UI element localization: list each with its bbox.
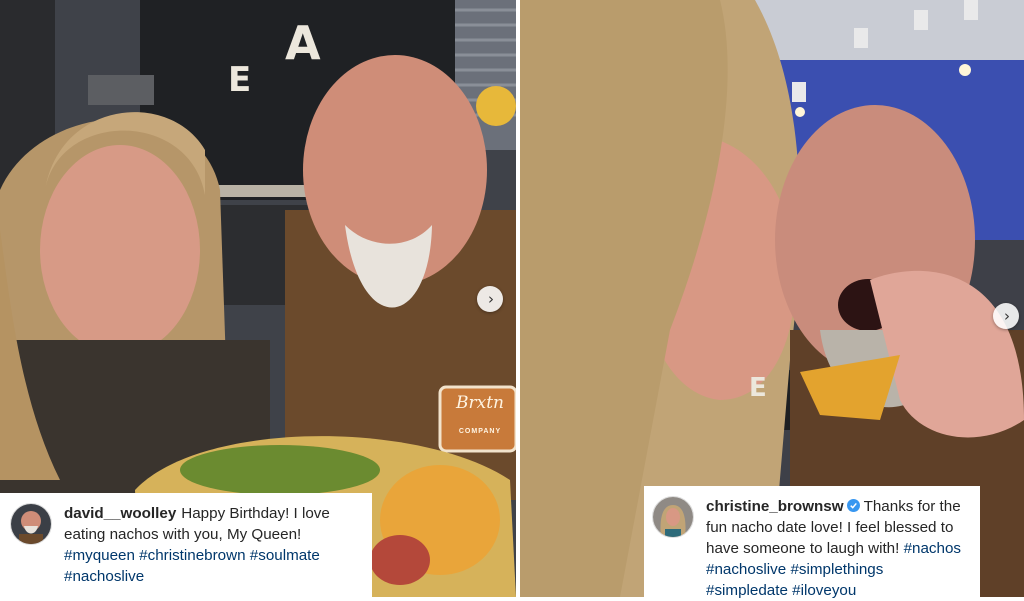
hoodie-logo-subtext: COMPANY: [458, 428, 502, 435]
carousel-next-button-right[interactable]: ›: [993, 303, 1019, 329]
hashtag-nachos[interactable]: #nachos: [904, 540, 961, 557]
avatar-image: [11, 504, 51, 544]
chevron-right-icon: ›: [1004, 306, 1010, 325]
hashtag-simplethings[interactable]: #simplethings: [790, 561, 883, 578]
caption-text-right: christine_brownsw Thanks for the fun nach…: [706, 496, 970, 601]
hashtag-christinebrown[interactable]: #christinebrown: [139, 547, 245, 564]
username-david-woolley[interactable]: david__woolley: [64, 505, 176, 522]
carousel-next-button-left[interactable]: ›: [477, 286, 503, 312]
avatar-image: [653, 497, 693, 537]
avatar-david-woolley[interactable]: [10, 503, 52, 545]
caption-text-left: david__woolley Happy Birthday! I love eat…: [64, 503, 362, 587]
hashtag-nachoslive[interactable]: #nachoslive: [64, 568, 144, 585]
wall-letter-e-right: E: [749, 373, 767, 403]
hashtag-soulmate[interactable]: #soulmate: [250, 547, 320, 564]
username-christine-brownsw[interactable]: christine_brownsw: [706, 498, 844, 515]
hashtag-nachoslive[interactable]: #nachoslive: [706, 561, 786, 578]
wall-letter-e: E: [228, 60, 252, 100]
hoodie-logo-text: Brxtn: [456, 393, 504, 413]
wall-letter-a: A: [285, 16, 321, 70]
verified-badge-icon: [846, 499, 860, 512]
hashtag-myqueen[interactable]: #myqueen: [64, 547, 135, 564]
chevron-right-icon: ›: [488, 289, 494, 308]
avatar-christine-brownsw[interactable]: [652, 496, 694, 538]
hashtag-iloveyou[interactable]: #iloveyou: [792, 582, 856, 599]
post-caption-left: david__woolley Happy Birthday! I love eat…: [0, 493, 372, 597]
post-caption-right: christine_brownsw Thanks for the fun nach…: [644, 486, 980, 599]
hashtag-simpledate[interactable]: #simpledate: [706, 582, 788, 599]
